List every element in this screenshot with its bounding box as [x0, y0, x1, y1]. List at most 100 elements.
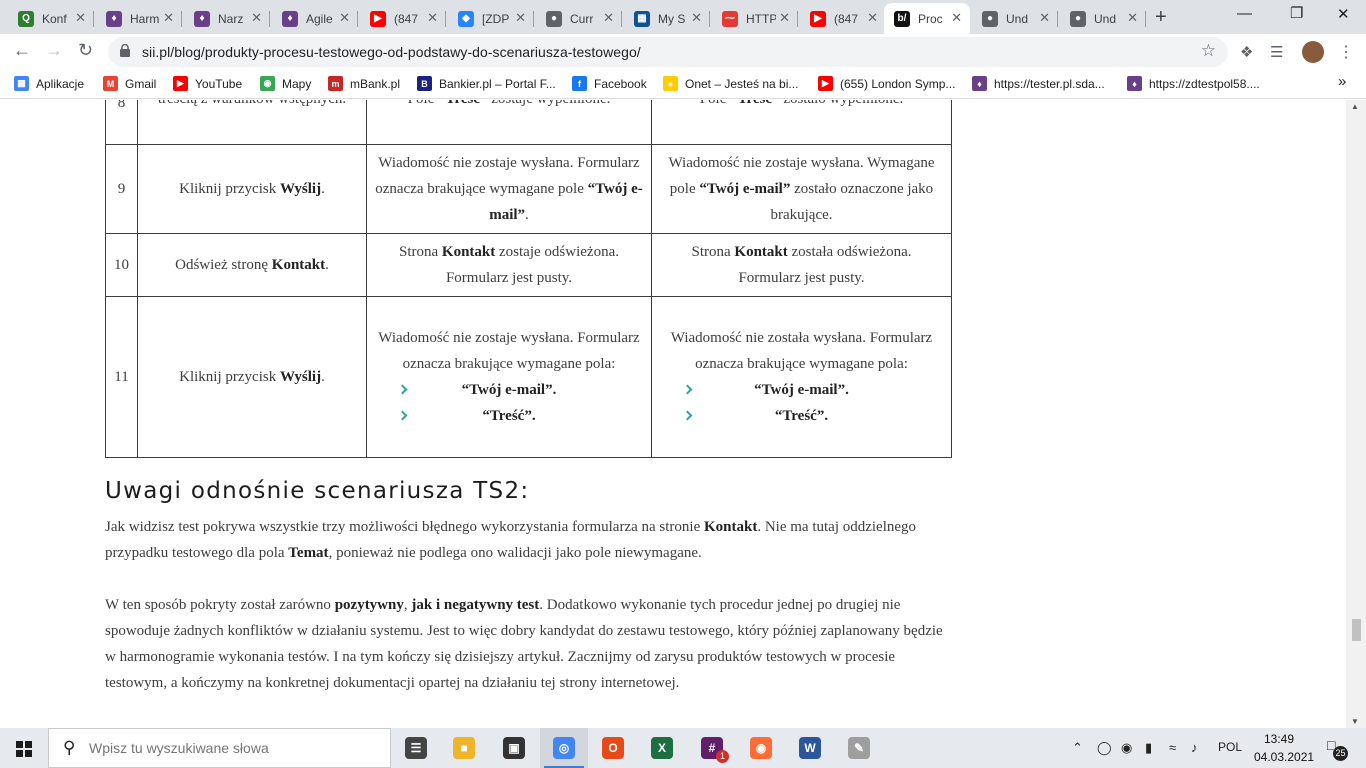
clock-time[interactable]: 13:49 — [1264, 732, 1294, 746]
bookmark-item[interactable]: M Gmail — [103, 76, 156, 91]
bookmark-item[interactable]: ▦ Aplikacje — [14, 76, 84, 91]
minimize-button[interactable]: — — [1237, 5, 1252, 22]
list-item: “Treść”. — [375, 403, 643, 429]
bookmark-item[interactable]: ♦ https://tester.pl.sda... — [972, 76, 1105, 91]
browser-tab[interactable]: ◆ [ZDP ✕ — [448, 3, 534, 34]
browser-tab[interactable]: ● Und ✕ — [972, 3, 1058, 34]
store-taskbar-button[interactable]: ▣ — [490, 728, 538, 768]
language-indicator[interactable]: POL — [1218, 740, 1242, 754]
harmony-icon: ♦ — [282, 10, 298, 27]
wifi-icon[interactable]: ≈ — [1169, 740, 1176, 755]
tab-close-icon[interactable]: ✕ — [1127, 10, 1138, 26]
paragraph: W ten sposób pokryty został zarówno pozy… — [105, 597, 943, 691]
tab-close-icon[interactable]: ✕ — [339, 10, 350, 26]
tab-separator — [445, 11, 446, 27]
maps-pin-icon: ◉ — [260, 76, 275, 91]
browser-tab[interactable]: ▶ (847 ✕ — [360, 3, 446, 34]
tab-close-icon[interactable]: ✕ — [603, 10, 614, 26]
bookmark-star-icon[interactable]: ☆ — [1201, 41, 1216, 61]
tab-close-icon[interactable]: ✕ — [951, 10, 962, 26]
browser-tab[interactable]: Q Konf ✕ — [8, 3, 94, 34]
tab-close-icon[interactable]: ✕ — [251, 10, 262, 26]
chrome-taskbar-button[interactable]: ◎ — [540, 728, 588, 768]
tab-close-icon[interactable]: ✕ — [163, 10, 174, 26]
excel-taskbar-button[interactable]: X — [638, 728, 686, 768]
store-icon: ▣ — [503, 737, 525, 759]
word-icon: W — [799, 737, 821, 759]
windows-start-icon[interactable] — [16, 741, 32, 757]
browser-tab[interactable]: ⁓ HTTP ✕ — [712, 3, 798, 34]
scroll-up-arrow-icon[interactable]: ▲ — [1351, 102, 1359, 111]
close-window-button[interactable]: ✕ — [1337, 5, 1350, 23]
onet-icon: ● — [663, 76, 678, 91]
reload-button[interactable]: ↻ — [78, 40, 93, 61]
step-number: 9 — [105, 144, 138, 234]
browser-tab[interactable]: ♦ Agile ✕ — [272, 3, 358, 34]
bookmark-item[interactable]: ◉ Mapy — [260, 76, 311, 91]
browser-tab[interactable]: b/Proc ✕ — [884, 3, 970, 34]
expected-result: Wiadomość nie zostaje wysłana. Formularz… — [366, 296, 652, 458]
browser-tab[interactable]: ♦ Harm ✕ — [96, 3, 182, 34]
tab-close-icon[interactable]: ✕ — [75, 10, 86, 26]
tab-close-icon[interactable]: ✕ — [427, 10, 438, 26]
search-icon: ⚲ — [63, 738, 76, 757]
clock-date[interactable]: 04.03.2021 — [1254, 750, 1314, 764]
bookmark-item[interactable]: m mBank.pl — [328, 76, 400, 91]
toolbar: ← → ↻ sii.pl/blog/produkty-procesu-testo… — [0, 34, 1366, 70]
new-tab-button[interactable]: + — [1155, 6, 1167, 29]
taskbar-search[interactable]: ⚲ — [48, 728, 391, 768]
bookmark-item[interactable]: ● Onet – Jesteś na bi... — [663, 76, 798, 91]
youtube-icon: ▶ — [818, 76, 833, 91]
browser-tab[interactable]: ▦ My S ✕ — [624, 3, 710, 34]
slack-taskbar-button[interactable]: #1 — [688, 728, 736, 768]
tab-close-icon[interactable]: ✕ — [1039, 10, 1050, 26]
scroll-down-arrow-icon[interactable]: ▼ — [1351, 717, 1359, 726]
bookmark-item[interactable]: ♦ https://zdtestpol58.... — [1127, 76, 1260, 91]
bookmarks-bar: ▦ Aplikacje M Gmail ▶ YouTube ◉ Mapy m mBank.pl B B… — [0, 70, 1366, 99]
browser-tab[interactable]: ● Und ✕ — [1060, 3, 1146, 34]
article-content: 8 treścią z warunków wstępnych. Pole “Tr… — [0, 100, 1346, 728]
tray-app-icon[interactable]: ◯ — [1097, 740, 1112, 756]
battery-icon[interactable]: ▮ — [1145, 740, 1152, 756]
bookmark-item[interactable]: ▶ (655) London Symp... — [818, 76, 955, 91]
browser-tab[interactable]: ● Curr ✕ — [536, 3, 622, 34]
postman-taskbar-button[interactable]: ◉ — [737, 728, 785, 768]
bookmarks-overflow-button[interactable]: » — [1338, 73, 1346, 90]
browser-tab[interactable]: ▶ (847 ✕ — [800, 3, 886, 34]
address-bar[interactable]: sii.pl/blog/produkty-procesu-testowego-o… — [108, 37, 1228, 67]
search-input[interactable] — [89, 740, 369, 756]
tray-chevron-icon[interactable]: ⌃ — [1072, 740, 1083, 756]
excel-icon: X — [651, 737, 673, 759]
tab-close-icon[interactable]: ✕ — [515, 10, 526, 26]
paint-taskbar-button[interactable]: ✎ — [835, 728, 883, 768]
scroll-thumb[interactable] — [1352, 619, 1361, 641]
tab-title: Harm — [130, 11, 160, 26]
volume-icon[interactable]: ♪ — [1191, 740, 1198, 755]
actual-result: Pole “Treść” zostało wypełnione. — [651, 100, 952, 145]
task-view-taskbar-button[interactable]: ☰ — [392, 728, 440, 768]
tab-close-icon[interactable]: ✕ — [867, 10, 878, 26]
media-control-icon[interactable]: ☰ — [1270, 43, 1283, 61]
tab-close-icon[interactable]: ✕ — [691, 10, 702, 26]
bookmark-item[interactable]: ▶ YouTube — [173, 76, 242, 91]
browser-tab[interactable]: ♦ Narz ✕ — [184, 3, 270, 34]
file-explorer-taskbar-button[interactable]: ■ — [440, 728, 488, 768]
bookmark-item[interactable]: f Facebook — [572, 76, 647, 91]
extensions-icon[interactable]: ❖ — [1240, 43, 1253, 61]
maximize-button[interactable]: ❐ — [1290, 4, 1303, 22]
forward-button[interactable]: → — [45, 40, 63, 61]
bookmark-item[interactable]: B Bankier.pl – Portal F... — [417, 76, 556, 91]
tab-close-icon[interactable]: ✕ — [779, 10, 790, 26]
scrollbar[interactable]: ▲ ▼ — [1346, 100, 1366, 728]
back-button[interactable]: ← — [13, 40, 31, 61]
grid-icon: ▦ — [634, 10, 650, 27]
profile-avatar[interactable] — [1302, 41, 1324, 63]
microphone-icon[interactable]: ◉ — [1121, 740, 1132, 756]
chrome-menu-icon[interactable]: ⋮ — [1338, 42, 1354, 62]
youtube-icon: ▶ — [370, 10, 386, 27]
tab-separator — [797, 11, 798, 27]
tab-separator — [93, 11, 94, 27]
office-taskbar-button[interactable]: O — [589, 728, 637, 768]
q-icon: Q — [18, 10, 34, 27]
word-taskbar-button[interactable]: W — [786, 728, 834, 768]
